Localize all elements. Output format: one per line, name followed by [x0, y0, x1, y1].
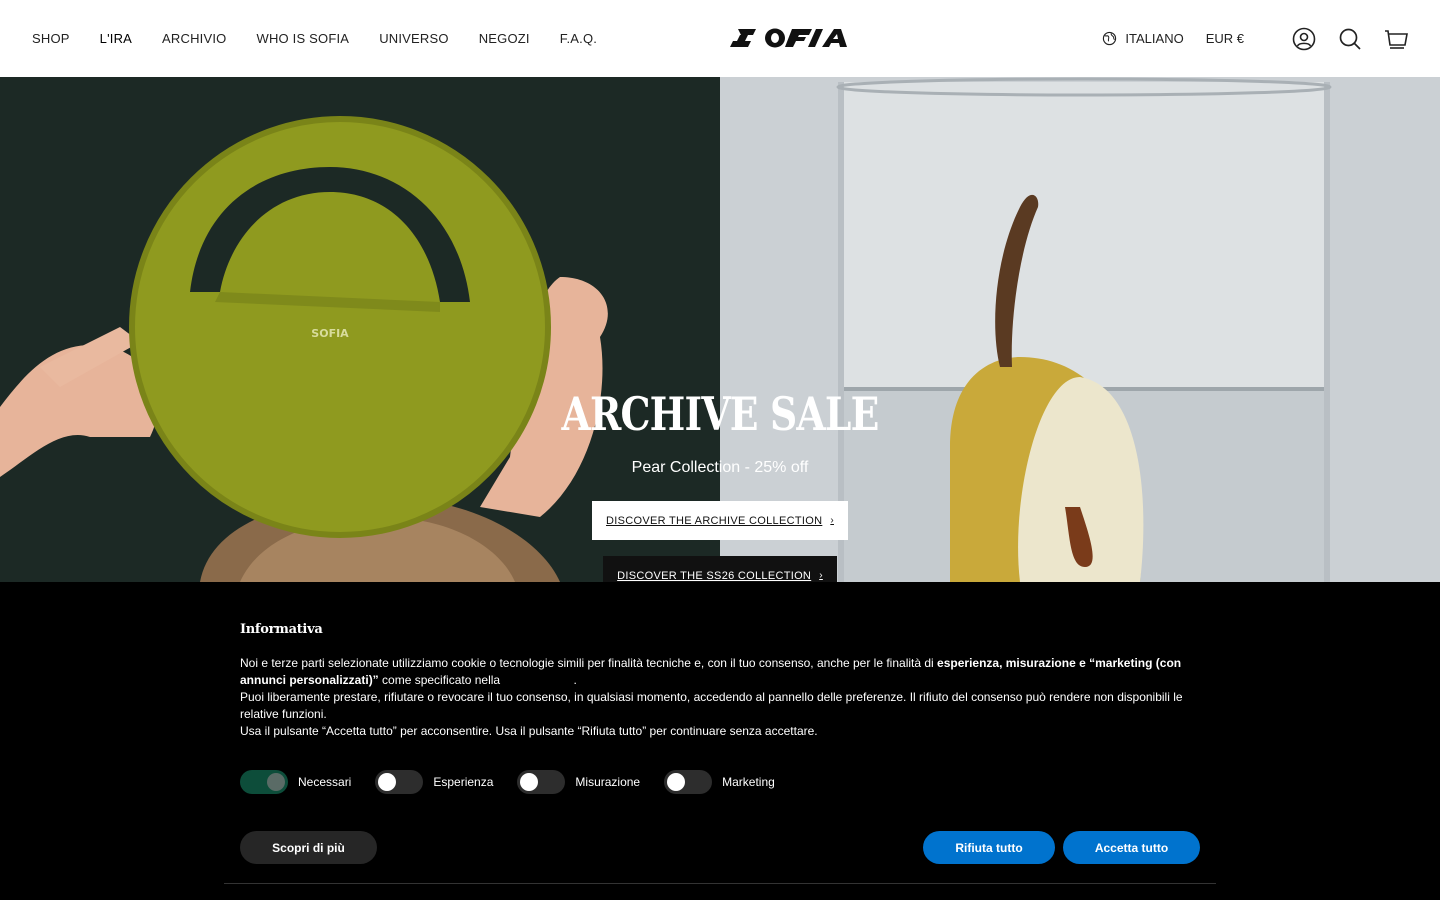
reject-all-button[interactable]: Rifiuta tutto	[923, 831, 1055, 864]
toggle-marketing: Marketing	[664, 770, 775, 794]
cookie-description: Noi e terze parti selezionate utilizziam…	[240, 655, 1200, 740]
switch-knob	[378, 773, 397, 791]
globe-icon	[1103, 31, 1117, 46]
cart-button[interactable]	[1384, 27, 1408, 51]
hero-subtitle: Pear Collection - 25% off	[631, 459, 809, 476]
currency-selector[interactable]: EUR €	[1206, 31, 1244, 46]
hero-banner: SOFIA ARCHIVE SALE Pear Collection - 25%…	[0, 77, 1440, 582]
hero-title: ARCHIVE SALE	[561, 387, 879, 441]
search-icon	[1339, 28, 1361, 50]
marketing-label: Marketing	[722, 775, 775, 789]
site-header: SHOP L'IRA ARCHIVIO WHO IS SOFIA UNIVERS…	[0, 0, 1440, 77]
discover-archive-label: DISCOVER THE ARCHIVE COLLECTION	[606, 514, 823, 527]
nav-shop[interactable]: SHOP	[32, 31, 70, 46]
toggle-esperienza: Esperienza	[375, 770, 493, 794]
cookie-p2: Puoi liberamente prestare, rifiutare o r…	[240, 690, 1183, 721]
nav-universo[interactable]: UNIVERSO	[379, 31, 449, 46]
toggle-misurazione: Misurazione	[517, 770, 640, 794]
sofia-logo[interactable]	[726, 27, 848, 49]
nav-faq[interactable]: F.A.Q.	[560, 31, 597, 46]
account-icon	[1292, 27, 1316, 50]
language-label: ITALIANO	[1125, 31, 1184, 46]
misurazione-label: Misurazione	[575, 775, 641, 789]
cookie-divider	[224, 883, 1216, 884]
nav-negozi[interactable]: NEGOZI	[479, 31, 530, 46]
cookie-p1-start: Noi e terze parti selezionate utilizziam…	[240, 656, 938, 670]
cookie-consent-banner: Informativa Noi e terze parti selezionat…	[0, 582, 1440, 900]
hero-content: ARCHIVE SALE Pear Collection - 25% off D…	[0, 77, 1440, 582]
chevron-right-icon: ›	[830, 515, 834, 526]
cart-icon	[1385, 29, 1408, 49]
switch-knob	[667, 773, 686, 791]
discover-archive-button[interactable]: DISCOVER THE ARCHIVE COLLECTION ›	[592, 501, 848, 540]
switch-knob	[520, 773, 539, 791]
necessari-switch[interactable]	[240, 770, 288, 794]
nav-lira[interactable]: L'IRA	[100, 31, 132, 46]
esperienza-switch[interactable]	[375, 770, 424, 794]
toggle-necessari: Necessari	[240, 770, 351, 794]
language-selector[interactable]: ITALIANO	[1102, 31, 1184, 46]
necessari-label: Necessari	[298, 775, 352, 789]
account-button[interactable]	[1292, 27, 1316, 51]
header-tools: ITALIANO EUR €	[1102, 0, 1408, 77]
cookie-p3: Usa il pulsante “Accetta tutto” per acco…	[240, 724, 818, 738]
discover-ss26-label: DISCOVER THE SS26 COLLECTION	[617, 569, 812, 582]
marketing-switch[interactable]	[664, 770, 713, 794]
discover-ss26-button[interactable]: DISCOVER THE SS26 COLLECTION ›	[603, 556, 837, 582]
chevron-right-icon: ›	[819, 570, 823, 581]
accept-all-button[interactable]: Accetta tutto	[1063, 831, 1200, 864]
misurazione-switch[interactable]	[517, 770, 566, 794]
sofia-logo-mark	[730, 28, 847, 48]
consent-toggles: Necessari Esperienza Misurazione Marketi…	[240, 770, 799, 794]
learn-more-button[interactable]: Scopri di più	[240, 831, 377, 864]
nav-who-is-sofia[interactable]: WHO IS SOFIA	[257, 31, 350, 46]
switch-knob	[267, 773, 285, 791]
nav-archivio[interactable]: ARCHIVIO	[162, 31, 226, 46]
search-button[interactable]	[1338, 27, 1362, 51]
main-nav: SHOP L'IRA ARCHIVIO WHO IS SOFIA UNIVERS…	[32, 0, 627, 77]
cookie-p1-period: .	[573, 673, 577, 687]
cookie-title: Informativa	[240, 622, 323, 637]
esperienza-label: Esperienza	[433, 775, 494, 789]
cookie-p1-end: come specificato nella	[378, 673, 501, 687]
